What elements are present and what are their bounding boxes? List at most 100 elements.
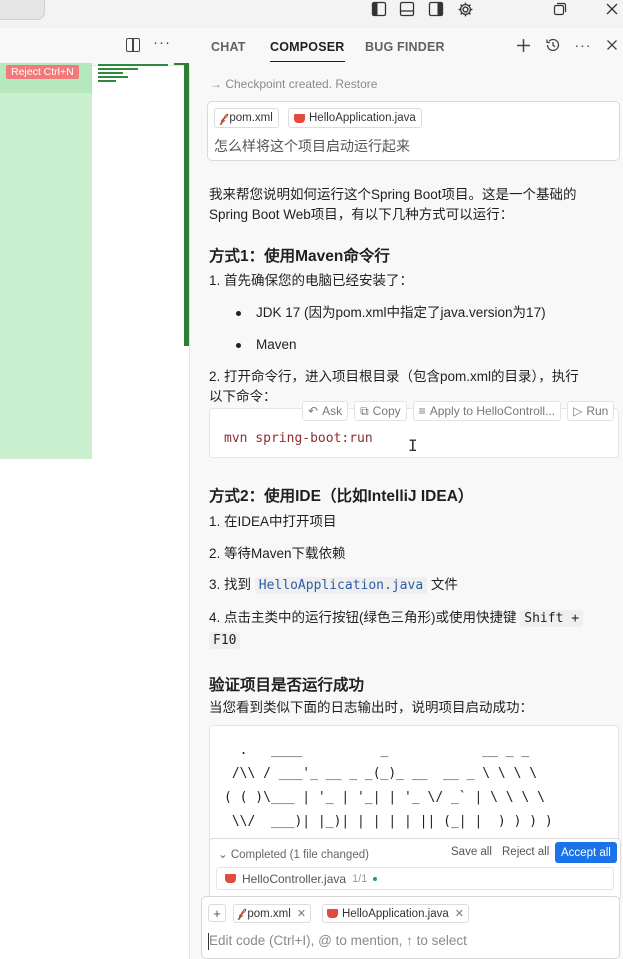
history-icon[interactable] [544,36,562,54]
chip-label: HelloApplication.java [342,907,449,920]
method2-step4-line2: F10 [209,630,241,651]
tab-bug-finder[interactable]: BUG FINDER [365,40,445,54]
ask-icon: ↶ [308,404,319,418]
ascii-line: \\/ ___)| |_)| | | | | || (_| | ) ) ) ) [224,814,553,829]
copy-label: Copy [372,404,401,418]
copy-button[interactable]: ⧉ Copy [354,401,407,421]
java-file-icon [327,909,338,918]
changes-summary: ⌄ Completed (1 file changed) Save all Re… [209,838,621,900]
shortcut-key: F10 [209,632,241,649]
method2-step2: 2. 等待Maven下载依赖 [209,546,346,561]
checkpoint-text: → Checkpoint created. [210,77,333,91]
apply-button[interactable]: ≡ Apply to HelloControll... [412,401,562,421]
accept-all-button[interactable]: Accept all [555,842,617,863]
copy-icon: ⧉ [360,403,369,418]
run-label: Run [586,404,609,418]
diff-added-region [0,63,92,459]
log-output-block[interactable]: . ____ _ __ _ _ /\\ / ___'_ __ _ _(_)_ _… [209,725,619,845]
layout-sidebar-right-icon[interactable] [427,0,445,18]
reject-change-button[interactable]: Reject Ctrl+N [6,65,79,79]
maven-file-icon: 𝒻 [238,906,244,920]
changed-file-row[interactable]: HelloController.java 1/1 [216,867,614,890]
ask-button[interactable]: ↶ Ask [302,401,349,421]
user-message-text: 怎么样将这个项目启动运行起来 [214,138,410,154]
input-chip-helloapplication[interactable]: HelloApplication.java ✕ [322,904,469,923]
bullet-dot [236,343,241,348]
step4-text: 4. 点击主类中的运行按钮(绿色三角形)或使用快捷键 [209,610,517,625]
command-center[interactable] [0,0,45,20]
status-dot-icon [373,876,378,881]
layout-panel-icon[interactable] [398,0,416,18]
ascii-line: . ____ _ __ _ _ [224,743,530,758]
more-options-icon[interactable]: ··· [574,36,592,54]
context-chip-pom[interactable]: 𝒻 pom.xml [214,108,279,128]
gear-icon[interactable] [456,0,474,18]
bullet-item-jdk: JDK 17 (因为pom.xml中指定了java.version为17) [256,305,546,320]
context-chip-helloapplication[interactable]: HelloApplication.java [288,108,422,128]
chip-label: HelloApplication.java [309,112,416,124]
response-intro-line1: 我来帮您说明如何运行这个Spring Boot项目。这是一个基础的 [209,187,577,202]
composer-input[interactable]: + 𝒻 pom.xml ✕ HelloApplication.java ✕ Ed… [201,896,620,959]
java-file-icon [225,874,236,883]
remove-chip-icon[interactable]: ✕ [297,907,306,920]
new-composer-icon[interactable] [514,36,532,54]
run-button[interactable]: ▷ Run [567,401,615,421]
maven-file-icon: 𝒻 [220,110,226,125]
remove-chip-icon[interactable]: ✕ [455,907,464,920]
completed-detail: (1 file changed) [289,849,369,861]
completed-label: Completed [230,849,287,861]
bullet-item-maven: Maven [256,337,297,352]
verify-heading: 验证项目是否运行成功 [209,677,365,694]
editor-tab-bar: ··· [0,28,190,66]
method2-step4: 4. 点击主类中的运行按钮(绿色三角形)或使用快捷键 Shift + [209,608,584,629]
response-intro-line2: Spring Boot Web项目，有以下几种方式可以运行： [209,207,514,222]
more-actions-icon[interactable]: ··· [153,34,171,51]
apply-label: Apply to HelloControll... [429,404,556,418]
verify-text: 当您看到类似下面的日志输出时，说明项目启动成功： [209,700,533,715]
input-chip-pom[interactable]: 𝒻 pom.xml ✕ [233,904,312,923]
change-count: 1/1 [352,872,368,885]
shortcut-key: Shift + [520,610,584,627]
text-cursor-icon: I [408,436,418,455]
chevron-down-icon: ⌄ [218,849,228,861]
code-block-toolbar: ↶ Ask ⧉ Copy ≡ Apply to HelloControll...… [302,401,615,421]
title-bar [0,0,623,28]
input-placeholder[interactable]: Edit code (Ctrl+I), @ to mention, ↑ to s… [209,933,467,948]
method1-step2-line2: 以下命令： [209,389,277,404]
save-all-button[interactable]: Save all [451,846,492,858]
chip-label: pom.xml [247,907,291,920]
tab-composer[interactable]: COMPOSER [270,40,345,62]
chip-label: pom.xml [229,112,273,124]
code-command: mvn spring-boot:run [224,431,373,446]
tab-chat[interactable]: CHAT [211,40,246,54]
user-message[interactable]: 𝒻 pom.xml HelloApplication.java 怎么样将这个项目… [207,101,620,161]
inline-code-filename: HelloApplication.java [254,577,428,594]
completed-status[interactable]: ⌄ Completed (1 file changed) [218,847,369,861]
ask-label: Ask [322,404,343,418]
restore-icon[interactable] [551,0,569,18]
checkpoint-notice: → Checkpoint created. Restore [210,77,377,91]
composer-panel: CHAT COMPOSER BUG FINDER ··· → Checkpoin… [190,28,623,959]
apply-icon: ≡ [418,404,426,418]
ascii-line: /\\ / ___'_ __ _ _(_)_ __ __ _ \ \ \ \ [224,766,538,781]
add-context-button[interactable]: + [208,904,226,922]
minimap[interactable] [98,64,176,84]
layout-sidebar-left-icon[interactable] [370,0,388,18]
ascii-line: ( ( )\___ | '_ | '_| | '_ \/ _` | \ \ \ … [224,790,545,805]
method2-step3: 3. 找到 HelloApplication.java 文件 [209,575,458,596]
close-icon[interactable] [603,0,621,18]
reject-all-button[interactable]: Reject all [502,846,549,858]
bullet-dot [236,311,241,316]
panel-header: CHAT COMPOSER BUG FINDER ··· [190,28,623,66]
method1-step1: 1. 首先确保您的电脑已经安装了： [209,273,414,288]
run-icon: ▷ [573,404,583,418]
java-file-icon [294,113,305,123]
step3-prefix: 3. 找到 [209,577,252,592]
close-panel-icon[interactable] [603,36,621,54]
changed-file-name: HelloController.java [242,871,347,886]
method2-step1: 1. 在IDEA中打开项目 [209,514,337,529]
method1-heading: 方式1：使用Maven命令行 [209,248,390,265]
step3-suffix: 文件 [430,577,458,592]
restore-link[interactable]: Restore [335,77,377,91]
split-editor-icon[interactable] [126,38,140,52]
